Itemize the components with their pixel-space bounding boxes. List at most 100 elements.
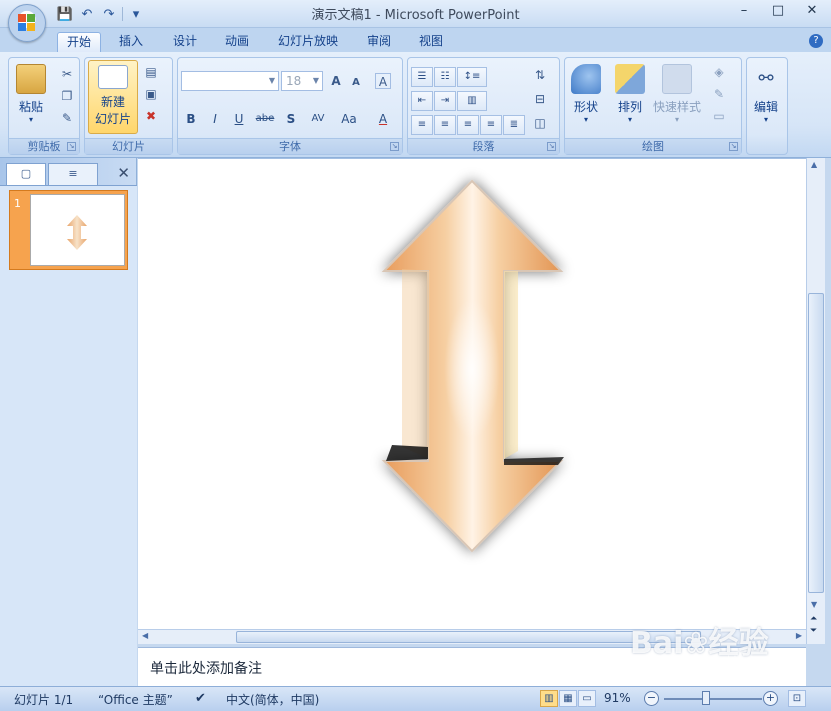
grow-font-icon[interactable]: A: [328, 73, 344, 89]
reset-icon[interactable]: ▣: [143, 86, 159, 102]
underline-button[interactable]: U: [229, 108, 249, 128]
font-launcher-icon[interactable]: ↘: [390, 142, 399, 151]
group-paragraph: ☰ ☷ ↕≡ ⇅ ⇤ ⇥ ▥ ⊟ ≡ ≡ ≡ ≡ ≣ ◫ 段落 ↘: [407, 57, 560, 155]
numbering-icon[interactable]: ☷: [434, 67, 456, 87]
zoom-level[interactable]: 91%: [604, 691, 631, 705]
vertical-scroll-thumb[interactable]: [808, 293, 824, 593]
title-bar: 💾 ↶ ↷ ▾ 演示文稿1 - Microsoft PowerPoint – □…: [0, 0, 831, 28]
columns-icon[interactable]: ▥: [457, 91, 487, 111]
shape-outline-icon[interactable]: ✎: [711, 86, 727, 102]
quick-styles-button[interactable]: 快速样式 ▾: [653, 64, 701, 124]
font-color-button[interactable]: A: [369, 108, 397, 128]
slideshow-view-button[interactable]: ▭: [578, 690, 596, 707]
paste-label: 粘贴: [18, 100, 43, 114]
scroll-up-icon[interactable]: ▲: [811, 160, 817, 169]
spell-check-icon[interactable]: ✔: [195, 691, 206, 706]
strikethrough-button[interactable]: abe: [253, 108, 277, 128]
arrange-button[interactable]: 排列 ▾: [615, 64, 645, 124]
increase-indent-icon[interactable]: ⇥: [434, 91, 456, 111]
layout-icon[interactable]: ▤: [143, 64, 159, 80]
close-button[interactable]: ✕: [803, 3, 821, 18]
change-case-button[interactable]: Aa: [335, 108, 363, 128]
justify-icon[interactable]: ≡: [480, 115, 502, 135]
scroll-down-icon[interactable]: ▼: [811, 600, 817, 609]
up-down-arrow-shape[interactable]: [138, 159, 806, 630]
indent-row: ⇤ ⇥ ▥: [411, 91, 488, 111]
new-slide-label-1: 新建: [100, 95, 125, 109]
line-spacing-icon[interactable]: ↕≡: [457, 67, 487, 87]
tab-slides-thumbnails[interactable]: ▢: [6, 163, 46, 185]
scroll-left-icon[interactable]: ◀: [142, 631, 148, 640]
tab-home[interactable]: 开始: [57, 32, 101, 52]
quick-styles-label: 快速样式: [653, 100, 702, 114]
zoom-in-button[interactable]: +: [763, 691, 778, 706]
delete-slide-icon[interactable]: ✖: [143, 108, 159, 124]
clear-format-icon[interactable]: A: [375, 73, 391, 89]
align-text-icon[interactable]: ⊟: [532, 91, 548, 107]
italic-button[interactable]: I: [205, 108, 225, 128]
pane-tabs: ▢ ≡: [6, 163, 134, 185]
previous-slide-icon[interactable]: ⏶: [810, 614, 817, 624]
slide-sorter-button[interactable]: ▦: [559, 690, 577, 707]
office-button[interactable]: [8, 4, 46, 42]
ribbon: 粘贴 ▾ ✂ ❐ ✎ 剪贴板 ↘ 新建 幻灯片 ▤ ▣ ✖ 幻灯片 ▼ 18 ▼…: [0, 52, 831, 158]
bullets-icon[interactable]: ☰: [411, 67, 433, 87]
shape-fill-icon[interactable]: ◈: [711, 64, 727, 80]
slide-thumbnail-1[interactable]: 1: [9, 190, 128, 270]
font-size-combo[interactable]: 18 ▼: [281, 71, 323, 91]
language-indicator[interactable]: 中文(简体，中国): [226, 691, 319, 708]
shape-effects-icon[interactable]: ▭: [711, 108, 727, 124]
minimize-button[interactable]: –: [735, 3, 753, 18]
copy-icon[interactable]: ❐: [59, 88, 75, 104]
shapes-button[interactable]: 形状 ▾: [571, 64, 601, 124]
align-left-icon[interactable]: ≡: [411, 115, 433, 135]
paragraph-launcher-icon[interactable]: ↘: [547, 142, 556, 151]
status-bar: 幻灯片 1/1 “Office 主题” ✔ 中文(简体，中国) ▥ ▦ ▭ 91…: [0, 686, 831, 711]
distribute-icon[interactable]: ≣: [503, 115, 525, 135]
tab-outline[interactable]: ≡: [48, 163, 98, 185]
editing-button[interactable]: ⚯ 编辑 ▾: [751, 64, 781, 124]
tab-review[interactable]: 审阅: [358, 32, 400, 52]
format-painter-icon[interactable]: ✎: [59, 110, 75, 126]
tab-animations[interactable]: 动画: [216, 32, 258, 52]
shrink-font-icon[interactable]: A: [348, 75, 364, 91]
maximize-button[interactable]: □: [769, 3, 787, 18]
slide-counter: 幻灯片 1/1: [14, 693, 74, 707]
character-spacing-button[interactable]: AV: [305, 108, 331, 128]
bold-button[interactable]: B: [181, 108, 201, 128]
close-pane-icon[interactable]: ✕: [117, 164, 130, 182]
clipboard-launcher-icon[interactable]: ↘: [67, 142, 76, 151]
align-center-icon[interactable]: ≡: [434, 115, 456, 135]
next-slide-icon[interactable]: ⏷: [810, 626, 817, 636]
align-row: ≡ ≡ ≡ ≡ ≣: [411, 115, 526, 135]
decrease-indent-icon[interactable]: ⇤: [411, 91, 433, 111]
scroll-right-icon[interactable]: ▶: [796, 631, 802, 640]
zoom-slider-knob[interactable]: [702, 691, 710, 705]
zoom-slider-track[interactable]: [664, 698, 762, 700]
cut-icon[interactable]: ✂: [59, 66, 75, 82]
smartart-icon[interactable]: ◫: [532, 115, 548, 131]
font-size-value: 18: [286, 74, 302, 88]
tab-view[interactable]: 视图: [410, 32, 452, 52]
zoom-out-button[interactable]: −: [644, 691, 659, 706]
tab-slideshow[interactable]: 幻灯片放映: [270, 32, 346, 52]
shapes-icon: [571, 64, 601, 94]
text-shadow-button[interactable]: S: [281, 108, 301, 128]
thumbnail-list: 1: [0, 185, 137, 686]
shapes-label: 形状: [573, 100, 598, 114]
drawing-launcher-icon[interactable]: ↘: [729, 142, 738, 151]
new-slide-button[interactable]: 新建 幻灯片: [88, 60, 138, 134]
paragraph-group-label: 段落: [408, 138, 559, 154]
help-icon[interactable]: ?: [809, 34, 823, 48]
tab-insert[interactable]: 插入: [110, 32, 152, 52]
normal-view-button[interactable]: ▥: [540, 690, 558, 707]
fit-to-window-button[interactable]: ⊡: [788, 690, 806, 707]
vertical-scrollbar[interactable]: ▲ ▼ ⏶ ⏷: [806, 158, 825, 644]
font-name-combo[interactable]: ▼: [181, 71, 279, 91]
text-direction-icon[interactable]: ⇅: [532, 67, 548, 83]
slide-canvas[interactable]: [138, 158, 806, 629]
align-right-icon[interactable]: ≡: [457, 115, 479, 135]
paste-button[interactable]: 粘贴 ▾: [16, 64, 46, 124]
group-drawing: 形状 ▾ 排列 ▾ 快速样式 ▾ ◈ ✎ ▭ 绘图 ↘: [564, 57, 742, 155]
tab-design[interactable]: 设计: [164, 32, 206, 52]
